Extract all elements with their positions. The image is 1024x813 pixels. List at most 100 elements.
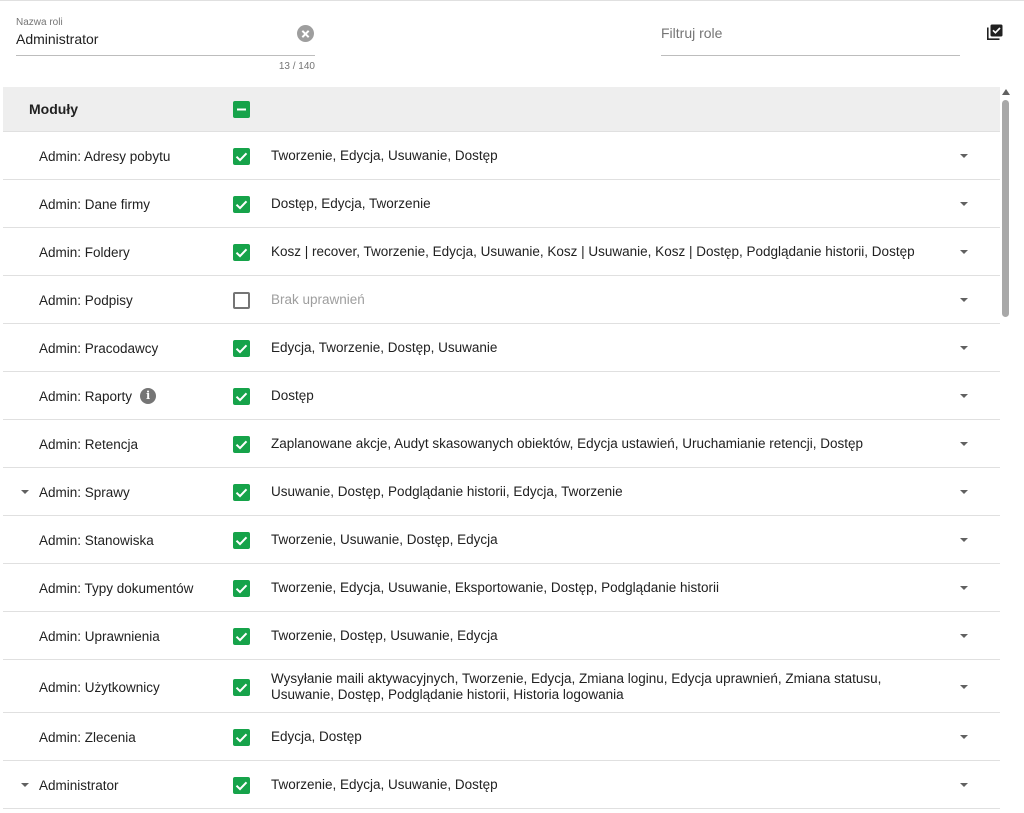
modules-header-title: Moduły bbox=[29, 101, 78, 117]
module-permissions: Wysyłanie maili aktywacyjnych, Tworzenie… bbox=[271, 671, 882, 702]
module-row[interactable]: Admin: Retencja Zaplanowane akcje, Audyt … bbox=[3, 420, 1000, 468]
permissions-dropdown-icon[interactable] bbox=[960, 634, 968, 638]
module-row[interactable]: Admin: Sprawy Usuwanie, Dostęp, Podglądan… bbox=[3, 468, 1000, 516]
module-row[interactable]: Admin: Adresy pobytu Tworzenie, Edycja, U… bbox=[3, 132, 1000, 180]
module-name: Admin: Stanowiska bbox=[39, 531, 154, 549]
module-name-text: Admin: Użytkownicy bbox=[39, 679, 160, 695]
module-name-text: Admin: Dane firmy bbox=[39, 196, 151, 212]
module-checkbox[interactable] bbox=[233, 340, 250, 357]
module-permissions: Brak uprawnień bbox=[271, 292, 365, 307]
permissions-dropdown-icon[interactable] bbox=[960, 346, 968, 350]
module-checkbox[interactable] bbox=[233, 436, 250, 453]
module-name: Admin: Pracodawcy bbox=[39, 339, 158, 357]
permissions-dropdown-icon[interactable] bbox=[960, 783, 968, 787]
permissions-dropdown-icon[interactable] bbox=[960, 442, 968, 446]
module-permissions: Tworzenie, Edycja, Usuwanie, Eksportowan… bbox=[271, 580, 719, 595]
scroll-up-arrow-icon[interactable] bbox=[1002, 89, 1010, 95]
module-name: Admin: Sprawy bbox=[39, 483, 130, 501]
module-checkbox[interactable] bbox=[233, 628, 250, 645]
module-row[interactable]: Admin: Użytkownicy Wysyłanie maili aktywa… bbox=[3, 660, 1000, 713]
module-name: Admin: Foldery bbox=[39, 243, 130, 261]
module-permissions: Zaplanowane akcje, Audyt skasowanych obi… bbox=[271, 436, 864, 451]
module-name: Administrator bbox=[39, 776, 119, 794]
module-name: Admin: Użytkownicy bbox=[39, 678, 160, 696]
module-name: Admin: Zlecenia bbox=[39, 728, 136, 746]
module-checkbox[interactable] bbox=[233, 244, 250, 261]
permissions-dropdown-icon[interactable] bbox=[960, 250, 968, 254]
select-all-modules-checkbox[interactable] bbox=[233, 101, 250, 118]
module-checkbox[interactable] bbox=[233, 148, 250, 165]
module-name-text: Admin: Typy dokumentów bbox=[39, 580, 194, 596]
module-name-text: Admin: Foldery bbox=[39, 244, 130, 260]
module-checkbox[interactable] bbox=[233, 292, 250, 309]
module-row[interactable]: Admin: Pracodawcy Edycja, Tworzenie, Dost… bbox=[3, 324, 1000, 372]
module-name: Admin: Podpisy bbox=[39, 291, 133, 309]
module-permissions: Edycja, Tworzenie, Dostęp, Usuwanie bbox=[271, 340, 498, 355]
module-name: Admin: Adresy pobytu bbox=[39, 147, 170, 165]
select-all-checkbox-icon[interactable] bbox=[987, 24, 1003, 40]
permissions-dropdown-icon[interactable] bbox=[960, 394, 968, 398]
permissions-dropdown-icon[interactable] bbox=[960, 298, 968, 302]
module-row[interactable]: Admin: Foldery Kosz | recover, Tworzenie,… bbox=[3, 228, 1000, 276]
module-name: Admin: Uprawnienia bbox=[39, 627, 160, 645]
module-row[interactable]: Admin: Typy dokumentów Tworzenie, Edycja,… bbox=[3, 564, 1000, 612]
clear-circle-icon[interactable] bbox=[297, 25, 314, 42]
info-icon[interactable]: i bbox=[140, 388, 157, 404]
module-name-text: Admin: Zlecenia bbox=[39, 729, 136, 745]
permissions-dropdown-icon[interactable] bbox=[960, 490, 968, 494]
module-name-text: Admin: Pracodawcy bbox=[39, 340, 159, 356]
module-row[interactable]: Admin: Dane firmy Dostęp, Edycja, Tworzen… bbox=[3, 180, 1000, 228]
permissions-dropdown-icon[interactable] bbox=[960, 735, 968, 739]
module-permissions: Edycja, Dostęp bbox=[271, 729, 362, 744]
filter-roles-field[interactable] bbox=[661, 16, 960, 56]
module-row[interactable]: Admin: Podpisy Brak uprawnień bbox=[3, 276, 1000, 324]
module-name-text: Admin: Podpisy bbox=[39, 292, 133, 308]
scrollbar-thumb[interactable] bbox=[1002, 100, 1009, 317]
expand-caret-icon[interactable] bbox=[21, 783, 29, 787]
permissions-dropdown-icon[interactable] bbox=[960, 154, 968, 158]
module-checkbox[interactable] bbox=[233, 679, 250, 696]
modules-header-row: Moduły bbox=[3, 87, 1000, 132]
module-name: Admin: Retencja bbox=[39, 435, 138, 453]
module-checkbox[interactable] bbox=[233, 532, 250, 549]
module-permissions: Tworzenie, Usuwanie, Dostęp, Edycja bbox=[271, 532, 498, 547]
role-name-input[interactable] bbox=[16, 31, 286, 47]
module-checkbox[interactable] bbox=[233, 484, 250, 501]
module-permissions: Dostęp, Edycja, Tworzenie bbox=[271, 196, 431, 211]
module-name: Admin: Dane firmy bbox=[39, 195, 150, 213]
module-name: Admin: Raporty i bbox=[39, 387, 157, 405]
module-permissions: Tworzenie, Edycja, Usuwanie, Dostęp bbox=[271, 148, 498, 163]
module-name-text: Admin: Raporty bbox=[39, 388, 133, 404]
module-checkbox[interactable] bbox=[233, 777, 250, 794]
scrollbar[interactable] bbox=[1000, 87, 1014, 813]
char-counter: 13 / 140 bbox=[278, 61, 315, 72]
module-permissions: Dostęp bbox=[271, 388, 314, 403]
module-name-text: Admin: Retencja bbox=[39, 436, 139, 452]
permissions-dropdown-icon[interactable] bbox=[960, 538, 968, 542]
module-row[interactable]: Admin: Uprawnienia Tworzenie, Dostęp, Usu… bbox=[3, 612, 1000, 660]
module-name-text: Admin: Stanowiska bbox=[39, 532, 154, 548]
module-name-text: Administrator bbox=[39, 777, 119, 793]
module-name-text: Admin: Sprawy bbox=[39, 484, 130, 500]
permissions-dropdown-icon[interactable] bbox=[960, 685, 968, 689]
module-permissions: Kosz | recover, Tworzenie, Edycja, Usuwa… bbox=[271, 244, 915, 259]
module-checkbox[interactable] bbox=[233, 729, 250, 746]
module-checkbox[interactable] bbox=[233, 580, 250, 597]
module-checkbox[interactable] bbox=[233, 388, 250, 405]
module-row[interactable]: Admin: Raporty i Dostęp bbox=[3, 372, 1000, 420]
module-row[interactable]: Administrator Tworzenie, Edycja, Usuwanie… bbox=[3, 761, 1000, 809]
role-name-field[interactable]: Nazwa roli bbox=[16, 16, 315, 56]
role-name-label: Nazwa roli bbox=[16, 17, 63, 28]
filter-roles-input[interactable] bbox=[661, 25, 951, 41]
module-name-text: Admin: Uprawnienia bbox=[39, 628, 160, 644]
module-checkbox[interactable] bbox=[233, 196, 250, 213]
module-row[interactable]: Admin: Stanowiska Tworzenie, Usuwanie, Do… bbox=[3, 516, 1000, 564]
module-permissions: Tworzenie, Dostęp, Usuwanie, Edycja bbox=[271, 628, 498, 643]
expand-caret-icon[interactable] bbox=[21, 490, 29, 494]
permissions-table: Moduły Admin: Adresy pobytu Tworzenie, Ed… bbox=[3, 87, 1000, 809]
module-name-text: Admin: Adresy pobytu bbox=[39, 148, 171, 164]
permissions-dropdown-icon[interactable] bbox=[960, 202, 968, 206]
module-name: Admin: Typy dokumentów bbox=[39, 579, 193, 597]
module-row[interactable]: Admin: Zlecenia Edycja, Dostęp bbox=[3, 713, 1000, 761]
permissions-dropdown-icon[interactable] bbox=[960, 586, 968, 590]
